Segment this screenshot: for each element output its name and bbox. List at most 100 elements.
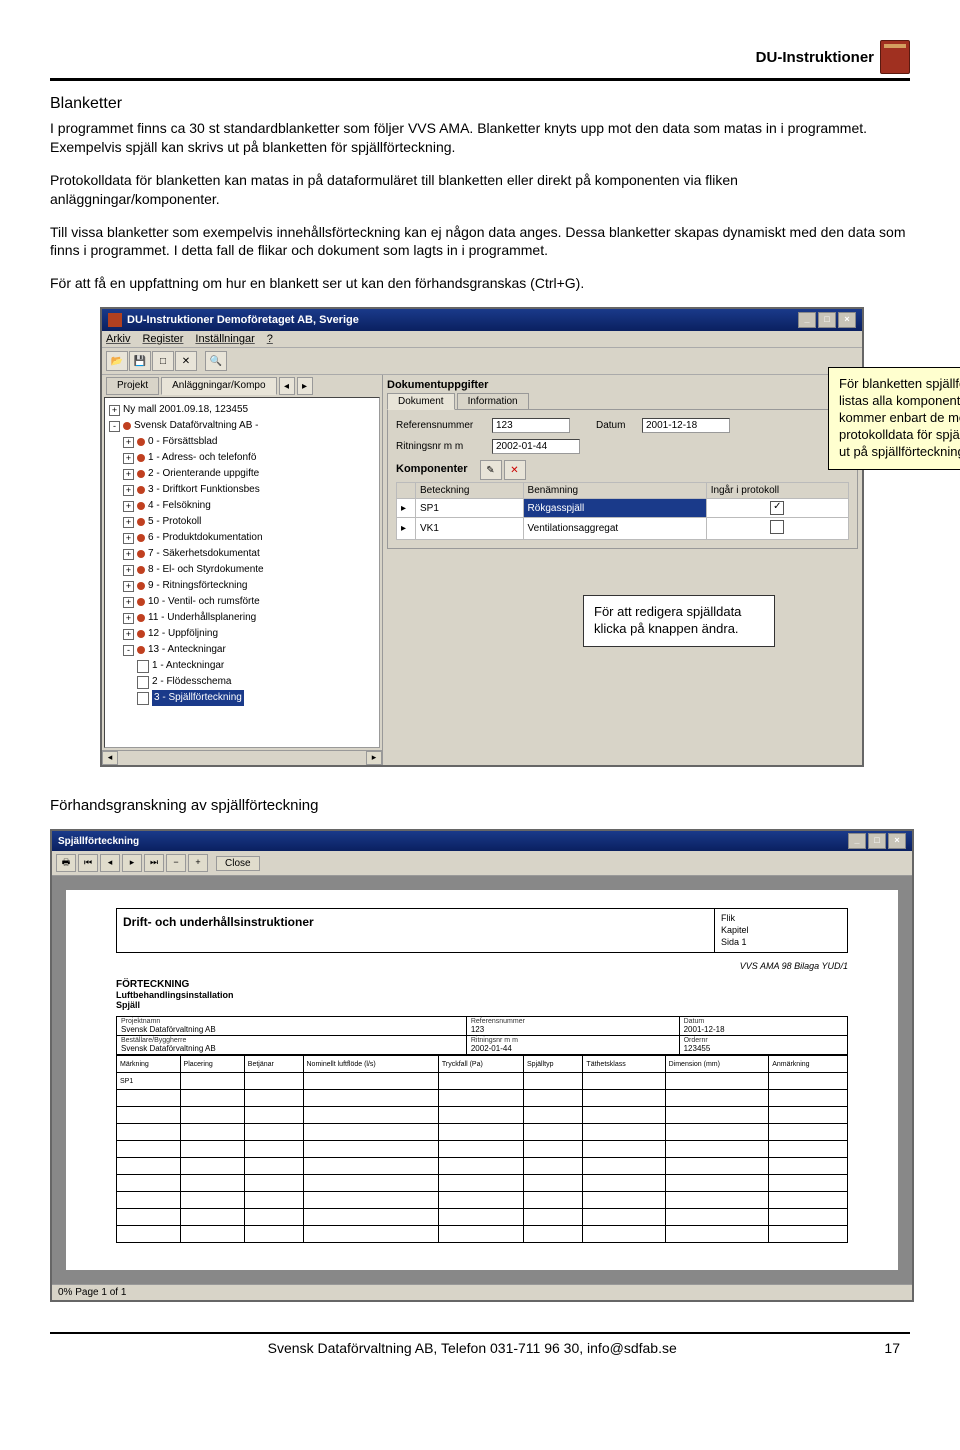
toolbar-new-icon[interactable]: □ — [152, 351, 174, 371]
tree-item[interactable]: +6 - Produktdokumentation — [107, 530, 377, 546]
col-beteckning: Beteckning — [416, 483, 524, 499]
table-row[interactable]: ▸VK1Ventilationsaggregat — [397, 518, 849, 540]
toolbar-delete-icon[interactable]: ✕ — [175, 351, 197, 371]
pv-standard: VVS AMA 98 Bilaga YUD/1 — [116, 961, 848, 971]
pv-minimize-button[interactable]: _ — [848, 833, 866, 849]
ritning-input[interactable] — [492, 439, 580, 454]
komp-delete-icon[interactable]: ✕ — [504, 460, 526, 480]
book-icon — [880, 40, 910, 74]
tab-scroll-left-icon[interactable]: ◂ — [279, 377, 295, 395]
tree-item[interactable]: 1 - Anteckningar — [107, 658, 377, 674]
header-title: DU-Instruktioner — [756, 49, 874, 66]
tree-item[interactable]: -Svensk Dataförvaltning AB - — [107, 418, 377, 434]
table-row — [117, 1175, 848, 1192]
tree-item[interactable]: -13 - Anteckningar — [107, 642, 377, 658]
toolbar-save-icon[interactable]: 💾 — [129, 351, 151, 371]
komponenter-label: Komponenter — [396, 463, 468, 475]
right-pane: Dokumentuppgifter Dokument Information R… — [383, 375, 862, 765]
section-title: Blanketter — [50, 95, 910, 113]
pv-zoomout-icon[interactable]: − — [166, 854, 186, 872]
tree-item[interactable]: 2 - Flödesschema — [107, 674, 377, 690]
table-row — [117, 1226, 848, 1243]
refnum-input[interactable] — [492, 418, 570, 433]
minimize-button[interactable]: _ — [798, 312, 816, 328]
menu-register[interactable]: Register — [142, 333, 183, 345]
tree-item[interactable]: +12 - Uppföljning — [107, 626, 377, 642]
pv-prev-icon[interactable]: ◂ — [100, 854, 120, 872]
col-benamning: Benämning — [523, 483, 706, 499]
toolbar-open-icon[interactable]: 📂 — [106, 351, 128, 371]
menu-help[interactable]: ? — [267, 333, 273, 345]
callout-komponenter: För blanketten spjällförteckning listas … — [828, 367, 960, 469]
komp-edit-icon[interactable]: ✎ — [480, 460, 502, 480]
pv-maximize-button[interactable]: □ — [868, 833, 886, 849]
tree-item[interactable]: 3 - Spjällförteckning — [107, 690, 377, 706]
pv-status: 0% Page 1 of 1 — [52, 1284, 912, 1300]
pv-zoomin-icon[interactable]: + — [188, 854, 208, 872]
table-row — [117, 1124, 848, 1141]
para-3: Till vissa blanketter som exempelvis inn… — [50, 223, 910, 261]
preview-toolbar: 🖶 ⏮ ◂ ▸ ⏭ − + Close — [52, 851, 912, 876]
tree-item[interactable]: +7 - Säkerhetsdokumentat — [107, 546, 377, 562]
preview-caption: Förhandsgranskning av spjällförteckning — [50, 797, 910, 814]
tree-item[interactable]: +Ny mall 2001.09.18, 123455 — [107, 402, 377, 418]
table-row — [117, 1209, 848, 1226]
pv-forteckning: FÖRTECKNING — [116, 979, 848, 990]
ritning-label: Ritningsnr m m — [396, 441, 486, 452]
table-row — [117, 1107, 848, 1124]
tree-item[interactable]: +11 - Underhållsplanering — [107, 610, 377, 626]
preview-title: Spjällförteckning — [58, 836, 139, 847]
tree-item[interactable]: +5 - Protokoll — [107, 514, 377, 530]
app-window: DU-Instruktioner Demoföretaget AB, Sveri… — [100, 307, 864, 767]
h-scrollbar[interactable]: ◂ ▸ — [102, 750, 382, 765]
tab-anlaggningar[interactable]: Anläggningar/Kompo — [161, 377, 276, 395]
tab-projekt[interactable]: Projekt — [106, 377, 159, 395]
toolbar-preview-icon[interactable]: 🔍 — [205, 351, 227, 371]
komponenter-table[interactable]: Beteckning Benämning Ingår i protokoll ▸… — [396, 482, 849, 540]
refnum-label: Referensnummer — [396, 420, 486, 431]
pv-print-icon[interactable]: 🖶 — [56, 854, 76, 872]
pv-close-button[interactable]: × — [888, 833, 906, 849]
callout-edit: För att redigera spjälldata klicka på kn… — [583, 595, 775, 647]
menu-arkiv[interactable]: Arkiv — [106, 333, 130, 345]
tree-item[interactable]: +4 - Felsökning — [107, 498, 377, 514]
tab-scroll-right-icon[interactable]: ▸ — [297, 377, 313, 395]
group-label: Dokumentuppgifter — [387, 379, 858, 391]
table-row[interactable]: ▸SP1Rökgasspjäll✓ — [397, 499, 849, 518]
tab-dokument[interactable]: Dokument — [387, 393, 455, 410]
pv-last-icon[interactable]: ⏭ — [144, 854, 164, 872]
pv-first-icon[interactable]: ⏮ — [78, 854, 98, 872]
scroll-left-icon[interactable]: ◂ — [102, 751, 118, 765]
datum-label: Datum — [596, 420, 636, 431]
window-title: DU-Instruktioner Demoföretaget AB, Sveri… — [127, 314, 359, 326]
maximize-button[interactable]: □ — [818, 312, 836, 328]
pv-close-toolbar-button[interactable]: Close — [216, 856, 260, 871]
tree-item[interactable]: +9 - Ritningsförteckning — [107, 578, 377, 594]
table-row — [117, 1090, 848, 1107]
para-1: I programmet finns ca 30 st standardblan… — [50, 119, 910, 157]
datum-input[interactable] — [642, 418, 730, 433]
table-row: SP1 — [117, 1073, 848, 1090]
tree-item[interactable]: +8 - El- och Styrdokumente — [107, 562, 377, 578]
toolbar: 📂 💾 □ ✕ 🔍 — [102, 348, 862, 375]
tab-information[interactable]: Information — [457, 393, 529, 410]
pv-header-left: Drift- och underhållsinstruktioner — [117, 909, 715, 952]
tree-view[interactable]: +Ny mall 2001.09.18, 123455-Svensk Dataf… — [104, 397, 380, 748]
menu-installningar[interactable]: Inställningar — [195, 333, 254, 345]
table-row — [117, 1158, 848, 1175]
para-2: Protokolldata för blanketten kan matas i… — [50, 171, 910, 209]
close-button[interactable]: × — [838, 312, 856, 328]
pv-next-icon[interactable]: ▸ — [122, 854, 142, 872]
tree-item[interactable]: +3 - Driftkort Funktionsbes — [107, 482, 377, 498]
footer-rule — [50, 1332, 910, 1334]
scroll-right-icon[interactable]: ▸ — [366, 751, 382, 765]
table-row — [117, 1192, 848, 1209]
tree-item[interactable]: +10 - Ventil- och rumsförte — [107, 594, 377, 610]
header-rule — [50, 78, 910, 81]
app-icon — [108, 313, 122, 327]
tree-item[interactable]: +2 - Orienterande uppgifte — [107, 466, 377, 482]
para-4: För att få en uppfattning om hur en blan… — [50, 274, 910, 293]
tree-item[interactable]: +1 - Adress- och telefonfö — [107, 450, 377, 466]
tree-item[interactable]: +0 - Försättsblad — [107, 434, 377, 450]
preview-window: Spjällförteckning _ □ × 🖶 ⏮ ◂ ▸ ⏭ − + Cl… — [50, 829, 914, 1302]
